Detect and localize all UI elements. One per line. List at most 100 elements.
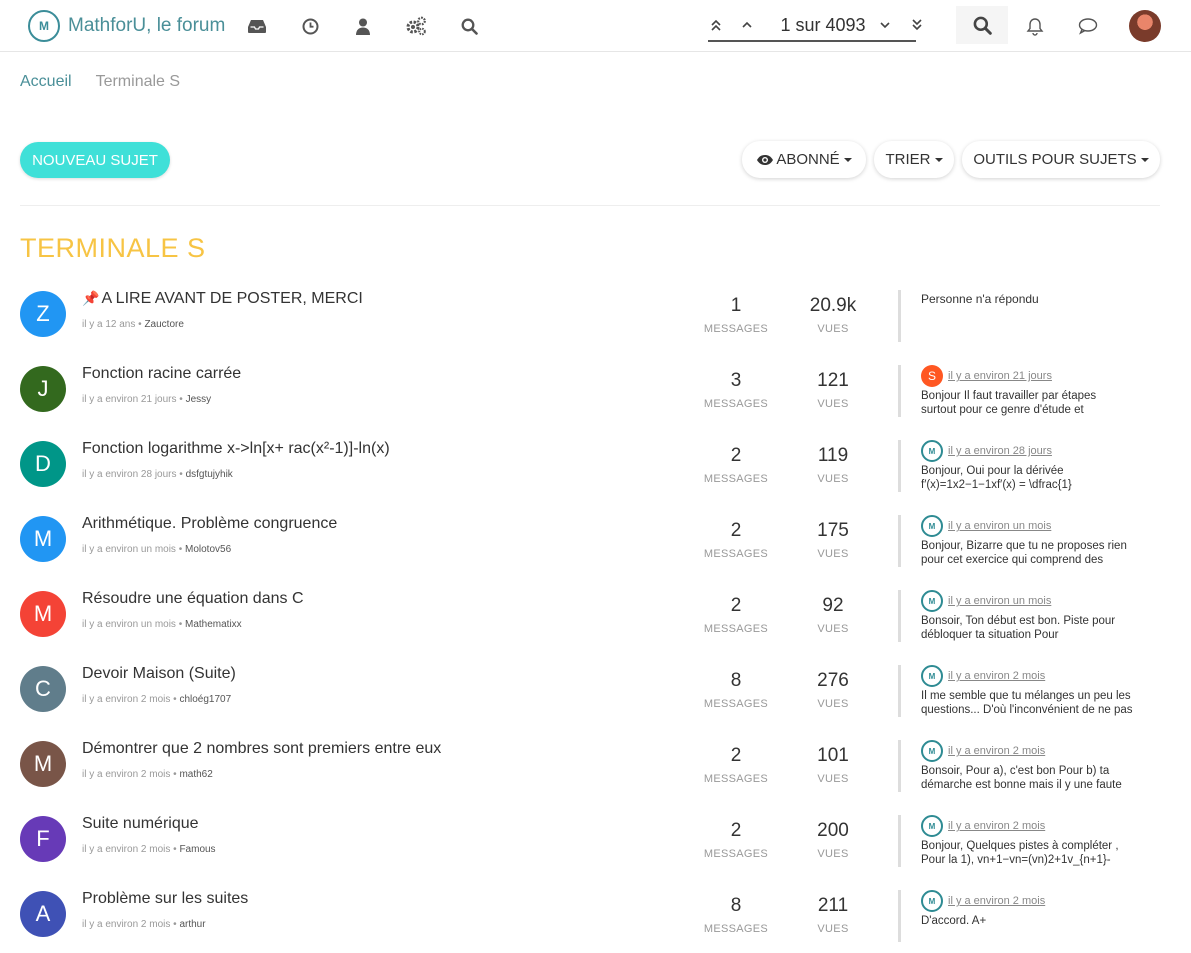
- topic-author[interactable]: arthur: [179, 919, 205, 930]
- views-count: 101: [817, 745, 849, 766]
- messages-count: 1: [730, 295, 742, 316]
- last-post-excerpt[interactable]: Il me semble que tu mélanges un peu les q…: [921, 689, 1161, 717]
- topic-row[interactable]: M Résoudre une équation dans C il y a envi…: [0, 585, 1191, 660]
- topic-row[interactable]: M Arithmétique. Problème congruence il y a…: [0, 510, 1191, 585]
- last-post-avatar[interactable]: M: [921, 665, 943, 687]
- brand-link[interactable]: M MathforU, le forum: [28, 10, 225, 42]
- pager-position[interactable]: 1 sur 4093: [768, 15, 878, 36]
- topic-author-avatar[interactable]: C: [20, 666, 66, 712]
- last-post-excerpt[interactable]: Bonjour, Bizarre que tu ne proposes rien…: [921, 539, 1161, 567]
- topic-row[interactable]: A Problème sur les suites il y a environ 2…: [0, 885, 1191, 953]
- topic-row[interactable]: D Fonction logarithme x->ln[x+ rac(x²-1)]…: [0, 435, 1191, 510]
- topic-title-link[interactable]: Démontrer que 2 nombres sont premiers en…: [82, 740, 441, 758]
- last-post-avatar[interactable]: M: [921, 590, 943, 612]
- last-post-excerpt[interactable]: Bonsoir, Pour a), c'est bon Pour b) ta dé…: [921, 764, 1161, 792]
- topic-author-avatar[interactable]: A: [20, 891, 66, 937]
- last-post-excerpt[interactable]: Bonjour, Oui pour la dérivée f′(x)=1x2−1−…: [921, 464, 1161, 492]
- topic-title-link[interactable]: Fonction racine carrée: [82, 365, 241, 383]
- topic-time[interactable]: il y a environ 2 mois: [82, 844, 170, 855]
- topic-time[interactable]: il y a environ un mois: [82, 544, 176, 555]
- topic-author-avatar[interactable]: F: [20, 816, 66, 862]
- topic-row[interactable]: J Fonction racine carrée il y a environ 21…: [0, 360, 1191, 435]
- topic-author[interactable]: dsfgtujyhik: [186, 469, 233, 480]
- last-page-icon[interactable]: [909, 14, 925, 36]
- topic-row[interactable]: Z 📌 A LIRE AVANT DE POSTER, MERCI il y a 12…: [0, 285, 1191, 360]
- topic-author[interactable]: Zauctore: [144, 319, 183, 330]
- last-post-time[interactable]: il y a environ 28 jours: [948, 445, 1052, 457]
- topic-author-avatar[interactable]: D: [20, 441, 66, 487]
- last-post-time[interactable]: il y a environ 2 mois: [948, 745, 1045, 757]
- last-post-avatar[interactable]: M: [921, 515, 943, 537]
- last-post-avatar[interactable]: M: [921, 890, 943, 912]
- messages-label: MESSAGES: [703, 398, 769, 410]
- topic-row[interactable]: C Devoir Maison (Suite) il y a environ 2 m…: [0, 660, 1191, 735]
- next-page-icon[interactable]: [877, 14, 893, 36]
- topic-row[interactable]: F Suite numérique il y a environ 2 mois • …: [0, 810, 1191, 885]
- watch-button[interactable]: ABONNÉ: [742, 141, 866, 178]
- topic-meta: il y a environ 2 mois • math62: [82, 769, 213, 780]
- topic-row[interactable]: M Démontrer que 2 nombres sont premiers e…: [0, 735, 1191, 810]
- excerpt-line: Bonjour, Bizarre que tu ne proposes rien: [921, 540, 1127, 552]
- topic-title-link[interactable]: 📌 A LIRE AVANT DE POSTER, MERCI: [82, 290, 363, 308]
- last-post-excerpt[interactable]: D'accord. A+: [921, 914, 1161, 928]
- search-icon[interactable]: [458, 15, 480, 37]
- topic-time[interactable]: il y a environ 2 mois: [82, 769, 170, 780]
- topic-author[interactable]: Famous: [179, 844, 215, 855]
- topic-author-avatar[interactable]: M: [20, 741, 66, 787]
- caret-down-icon: [1140, 157, 1149, 162]
- last-post-time[interactable]: il y a environ 2 mois: [948, 820, 1045, 832]
- topic-time[interactable]: il y a environ 21 jours: [82, 394, 177, 405]
- topic-author[interactable]: chloég1707: [179, 694, 231, 705]
- user-icon[interactable]: [352, 15, 374, 37]
- views-stat: 276 VUES: [788, 670, 878, 710]
- topic-title-link[interactable]: Arithmétique. Problème congruence: [82, 515, 337, 533]
- topic-author-avatar[interactable]: M: [20, 516, 66, 562]
- topic-tools-button[interactable]: OUTILS POUR SUJETS: [962, 141, 1160, 178]
- inbox-icon[interactable]: [246, 15, 268, 37]
- first-page-icon[interactable]: [708, 14, 724, 36]
- topic-title-link[interactable]: Fonction logarithme x->ln[x+ rac(x²-1)]-…: [82, 440, 390, 458]
- topic-time[interactable]: il y a environ un mois: [82, 619, 176, 630]
- new-topic-button[interactable]: NOUVEAU SUJET: [20, 142, 170, 178]
- bell-icon[interactable]: [1024, 15, 1046, 37]
- topic-title-link[interactable]: Suite numérique: [82, 815, 199, 833]
- last-post-avatar[interactable]: M: [921, 740, 943, 762]
- search-button[interactable]: [956, 6, 1008, 44]
- last-post-excerpt[interactable]: Bonjour, Quelques pistes à compléter , Po…: [921, 839, 1161, 867]
- last-post-avatar[interactable]: M: [921, 440, 943, 462]
- last-post-excerpt[interactable]: Bonjour Il faut travailler par étapes sur…: [921, 389, 1161, 417]
- last-post-time[interactable]: il y a environ un mois: [948, 520, 1051, 532]
- topic-author-avatar[interactable]: M: [20, 591, 66, 637]
- topic-time[interactable]: il y a environ 2 mois: [82, 919, 170, 930]
- gears-icon[interactable]: [405, 15, 427, 37]
- topic-title-link[interactable]: Devoir Maison (Suite): [82, 665, 236, 683]
- eye-icon: [757, 154, 774, 165]
- sort-button[interactable]: TRIER: [874, 141, 954, 178]
- topic-author[interactable]: Jessy: [186, 394, 212, 405]
- last-post-avatar[interactable]: S: [921, 365, 943, 387]
- last-post-time[interactable]: il y a environ 21 jours: [948, 370, 1052, 382]
- breadcrumb-home[interactable]: Accueil: [20, 73, 72, 91]
- last-post-avatar[interactable]: M: [921, 815, 943, 837]
- prev-page-icon[interactable]: [739, 14, 755, 36]
- topic-author[interactable]: Molotov56: [185, 544, 231, 555]
- last-post-time[interactable]: il y a environ 2 mois: [948, 670, 1045, 682]
- topic-title-link[interactable]: Résoudre une équation dans C: [82, 590, 304, 608]
- topic-author[interactable]: Mathematixx: [185, 619, 242, 630]
- topic-author[interactable]: math62: [179, 769, 212, 780]
- last-post-time[interactable]: il y a environ 2 mois: [948, 895, 1045, 907]
- clock-icon[interactable]: [299, 15, 321, 37]
- topic-author-avatar[interactable]: Z: [20, 291, 66, 337]
- last-post-time[interactable]: il y a environ un mois: [948, 595, 1051, 607]
- chat-icon[interactable]: [1077, 15, 1099, 37]
- topic-author-avatar[interactable]: J: [20, 366, 66, 412]
- topic-time[interactable]: il y a environ 28 jours: [82, 469, 177, 480]
- excerpt-line: Bonsoir, Pour a), c'est bon Pour b) ta: [921, 765, 1110, 777]
- user-avatar[interactable]: [1129, 10, 1161, 42]
- topic-time[interactable]: il y a environ 2 mois: [82, 694, 170, 705]
- topic-meta: il y a 12 ans • Zauctore: [82, 319, 184, 330]
- topic-time[interactable]: il y a 12 ans: [82, 319, 135, 330]
- brand-logo: M: [28, 10, 60, 42]
- topic-title-link[interactable]: Problème sur les suites: [82, 890, 248, 908]
- last-post-excerpt[interactable]: Bonsoir, Ton début est bon. Piste pour dé…: [921, 614, 1161, 642]
